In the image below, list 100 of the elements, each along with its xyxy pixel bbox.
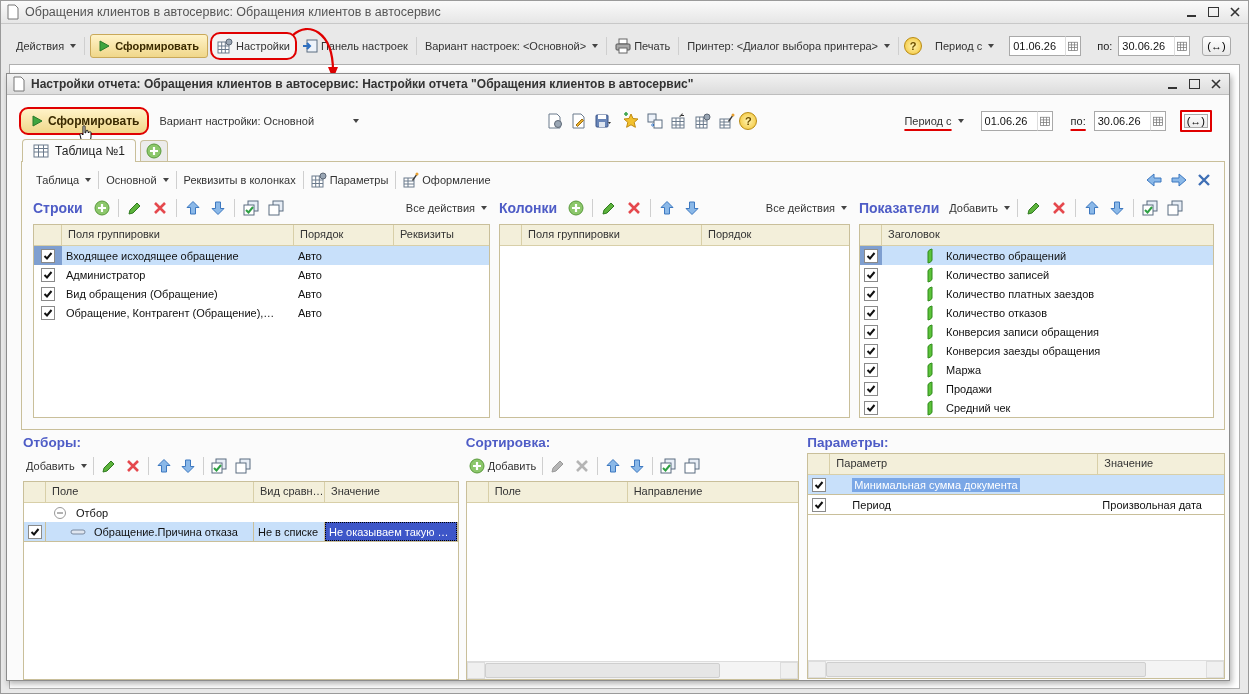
- checked-stack-icon[interactable]: [660, 458, 677, 474]
- column-header[interactable]: Заголовок: [882, 225, 1213, 246]
- pencil-icon[interactable]: [126, 200, 143, 217]
- period-button[interactable]: (↔): [1179, 109, 1213, 132]
- palette-icon[interactable]: [719, 112, 736, 129]
- arrow-down-icon[interactable]: [684, 200, 701, 217]
- menu-button[interactable]: Действия: [13, 38, 80, 54]
- horizontal-scrollbar[interactable]: [808, 660, 1224, 678]
- checkbox[interactable]: [41, 267, 55, 282]
- parameters-button[interactable]: Параметры: [307, 170, 392, 191]
- checkbox[interactable]: [27, 524, 42, 539]
- table-row[interactable]: Обращение.Причина отказа Не в списке Не оказываем такую …: [24, 522, 458, 542]
- date-field[interactable]: 30.06.26: [1093, 110, 1150, 131]
- column-header[interactable]: Поле: [46, 482, 254, 502]
- table-row[interactable]: Количество обращений: [860, 246, 1213, 266]
- arrow-up-icon[interactable]: [155, 458, 172, 474]
- date-field[interactable]: 30.06.26: [1118, 36, 1175, 56]
- arrow-left-icon[interactable]: [1146, 172, 1162, 189]
- checkbox[interactable]: [864, 400, 878, 415]
- table-row[interactable]: Количество записей: [860, 265, 1213, 285]
- arrow-up-icon[interactable]: [1083, 200, 1100, 217]
- column-header[interactable]: Реквизиты: [394, 225, 489, 246]
- table-row[interactable]: Отбор: [24, 503, 458, 522]
- help-button[interactable]: ?: [904, 37, 923, 55]
- column-header[interactable]: Поле: [488, 482, 628, 502]
- table-row[interactable]: Входящее исходящее обращение Авто: [34, 246, 489, 266]
- period-menu[interactable]: Период с: [901, 112, 967, 129]
- horizontal-scrollbar[interactable]: [466, 661, 799, 679]
- print-button[interactable]: Печать: [612, 36, 674, 56]
- checkbox[interactable]: [864, 324, 878, 339]
- table-row[interactable]: Конверсия записи обращения: [860, 322, 1213, 342]
- column-header[interactable]: Вид сравн…: [254, 482, 325, 502]
- calendar-icon[interactable]: [1067, 40, 1080, 52]
- table-row[interactable]: Количество отказов: [860, 303, 1213, 323]
- stack-icon[interactable]: [1166, 200, 1183, 217]
- generate-button[interactable]: Сформировать: [19, 106, 150, 135]
- column-header[interactable]: Поля группировки: [62, 225, 294, 246]
- menu-button[interactable]: Принтер: <Диалог выбора принтера>: [684, 38, 894, 54]
- toolbar-button[interactable]: Реквизиты в колонках: [180, 172, 299, 189]
- table-row[interactable]: Продажи: [860, 379, 1213, 399]
- delete-icon[interactable]: [124, 458, 141, 474]
- collapse-icon[interactable]: [52, 504, 68, 521]
- pencil-icon[interactable]: [1025, 200, 1042, 217]
- plus-icon[interactable]: [93, 200, 110, 217]
- add-button[interactable]: Добавить: [465, 456, 540, 476]
- arrow-down-icon[interactable]: [209, 200, 226, 217]
- column-header[interactable]: Порядок: [702, 225, 849, 246]
- table-row[interactable]: Средний чек: [860, 398, 1213, 418]
- column-header[interactable]: Направление: [627, 482, 799, 502]
- help-button[interactable]: ?: [739, 111, 758, 130]
- generate-button[interactable]: Сформировать: [90, 34, 208, 58]
- checkbox[interactable]: [41, 305, 55, 320]
- design-button[interactable]: Оформление: [400, 170, 494, 191]
- menu-button[interactable]: Добавить: [23, 458, 90, 474]
- menu-button[interactable]: Добавить: [946, 200, 1013, 217]
- column-header[interactable]: Значение: [325, 482, 458, 502]
- checkbox[interactable]: [41, 248, 55, 263]
- add-tab-button[interactable]: [139, 140, 168, 162]
- checkbox[interactable]: [864, 343, 878, 358]
- formula-icon[interactable]: [671, 112, 688, 129]
- menu-button[interactable]: Все действия: [762, 200, 850, 217]
- checked-stack-icon[interactable]: [210, 458, 227, 474]
- checkbox[interactable]: [864, 248, 878, 263]
- checked-stack-icon[interactable]: [1141, 200, 1158, 217]
- calendar-icon[interactable]: [1151, 114, 1164, 127]
- transfer-icon[interactable]: [647, 112, 664, 129]
- table-row[interactable]: Количество платных заездов: [860, 284, 1213, 304]
- checkbox[interactable]: [864, 362, 878, 377]
- arrow-right-icon[interactable]: [1171, 172, 1187, 189]
- table-row[interactable]: Маржа: [860, 360, 1213, 380]
- menu-button[interactable]: Основной: [103, 172, 172, 189]
- document-gear-icon[interactable]: [547, 112, 564, 129]
- date-field[interactable]: 01.06.26: [1009, 36, 1066, 56]
- arrow-down-icon[interactable]: [179, 458, 196, 474]
- checked-stack-icon[interactable]: [242, 200, 259, 217]
- table-row[interactable]: Период Произвольная дата: [808, 495, 1224, 515]
- menu-button[interactable]: Все действия: [402, 200, 490, 217]
- column-header[interactable]: Значение: [1098, 454, 1224, 474]
- menu-button[interactable]: Таблица: [33, 172, 95, 189]
- calendar-icon[interactable]: [1038, 114, 1051, 127]
- period-menu[interactable]: Период с: [932, 38, 998, 54]
- period-button[interactable]: (↔): [1202, 36, 1231, 56]
- grid-gear-icon[interactable]: [695, 112, 712, 129]
- tab[interactable]: Таблица №1: [22, 139, 136, 163]
- checkbox[interactable]: [41, 286, 55, 301]
- column-header[interactable]: Порядок: [294, 225, 394, 246]
- stack-icon[interactable]: [234, 458, 251, 474]
- date-field[interactable]: 01.06.26: [980, 110, 1037, 131]
- column-header[interactable]: Параметр: [830, 454, 1099, 474]
- arrow-up-icon[interactable]: [605, 458, 622, 474]
- column-header[interactable]: Поля группировки: [522, 225, 702, 246]
- calendar-icon[interactable]: [1176, 40, 1189, 52]
- star-icon[interactable]: [623, 112, 640, 129]
- settings-button[interactable]: Настройки: [210, 32, 297, 60]
- checkbox[interactable]: [864, 305, 878, 320]
- pencil-icon[interactable]: [100, 458, 117, 474]
- checkbox[interactable]: [812, 497, 827, 512]
- checkbox[interactable]: [864, 267, 878, 282]
- document-pencil-icon[interactable]: [571, 112, 588, 129]
- plus-icon[interactable]: [568, 200, 585, 217]
